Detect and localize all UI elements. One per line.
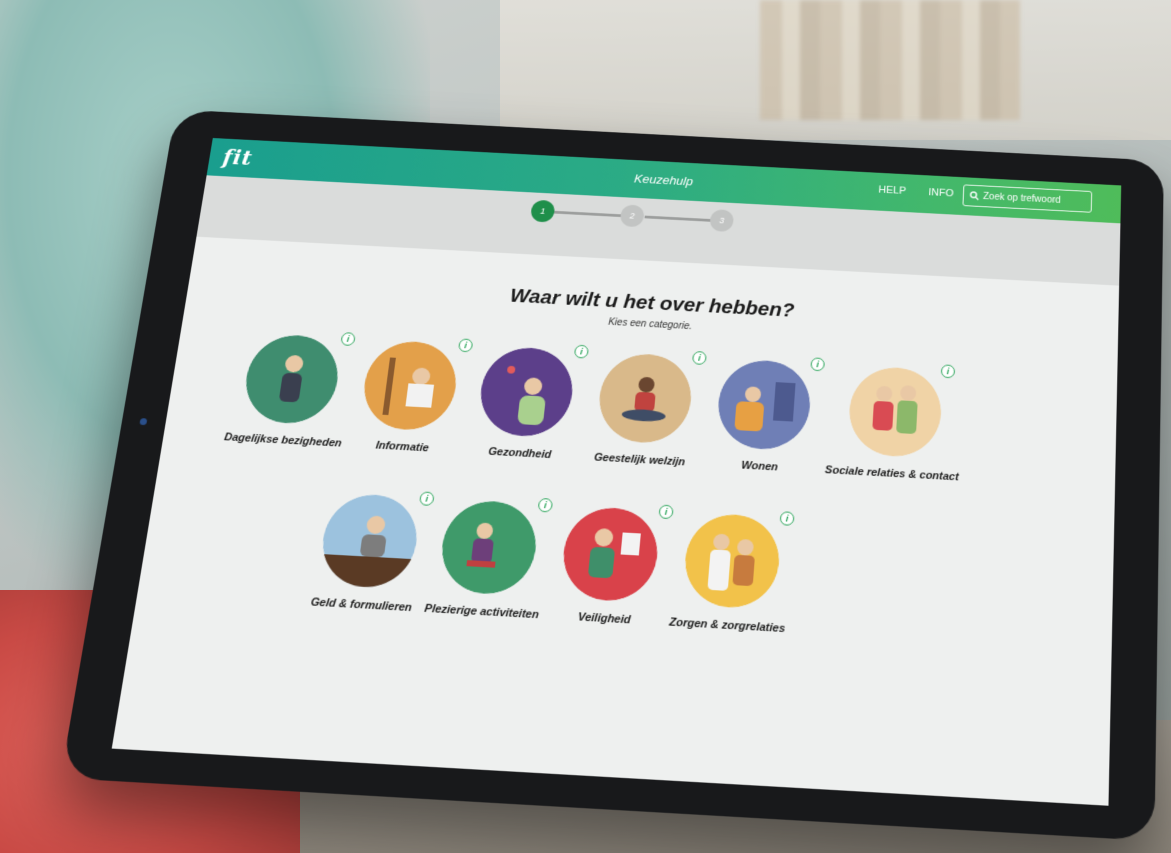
info-link[interactable]: INFO — [928, 187, 954, 199]
main-content: Waar wilt u het over hebben? Kies een ca… — [111, 236, 1120, 806]
step-2[interactable]: 2 — [619, 204, 645, 228]
info-icon[interactable]: i — [658, 504, 674, 520]
category-card[interactable]: i Gezondheid — [459, 344, 590, 463]
search-placeholder: Zoek op trefwoord — [982, 191, 1061, 206]
info-icon[interactable]: i — [940, 364, 956, 379]
step-1[interactable]: 1 — [530, 199, 556, 223]
category-illustration — [239, 333, 344, 426]
category-illustration — [559, 505, 662, 604]
category-illustration — [714, 358, 813, 452]
background-books — [760, 0, 1020, 120]
category-card[interactable]: i Geestelijk welzijn — [579, 350, 708, 469]
category-label: Plezierige activiteiten — [423, 602, 540, 622]
category-label: Geestelijk welzijn — [593, 451, 686, 469]
category-card[interactable]: i Informatie — [342, 338, 475, 457]
category-illustration — [316, 492, 422, 590]
category-card[interactable]: i Veiligheid — [542, 504, 675, 629]
category-label: Gezondheid — [487, 445, 552, 462]
category-illustration — [475, 345, 577, 439]
info-icon[interactable]: i — [573, 344, 589, 359]
help-link[interactable]: HELP — [878, 184, 906, 196]
search-input[interactable]: Zoek op trefwoord — [962, 184, 1093, 213]
info-icon[interactable]: i — [779, 511, 795, 526]
step-3[interactable]: 3 — [709, 209, 735, 233]
category-illustration — [595, 351, 695, 445]
category-card[interactable]: i Sociale relaties & contact — [821, 364, 966, 484]
category-illustration — [681, 512, 783, 610]
category-illustration — [436, 498, 541, 597]
tablet-device: fit Keuzehulp HELP INFO Zoek op trefwoor… — [60, 109, 1164, 842]
category-label: Geld & formulieren — [309, 596, 413, 615]
category-illustration — [846, 365, 944, 459]
category-card[interactable]: i Wonen — [699, 357, 827, 476]
category-label: Zorgen & zorgrelaties — [668, 616, 786, 636]
info-icon[interactable]: i — [691, 350, 707, 365]
tablet-camera — [139, 418, 148, 426]
category-label: Wonen — [740, 459, 779, 474]
stepper-connector — [544, 210, 632, 218]
category-label: Veiligheid — [577, 611, 632, 627]
tablet-screen: fit Keuzehulp HELP INFO Zoek op trefwoor… — [111, 138, 1122, 806]
category-card[interactable]: i Geld & formulieren — [299, 491, 436, 615]
category-label: Informatie — [374, 439, 430, 455]
info-icon[interactable]: i — [810, 357, 825, 372]
info-icon[interactable]: i — [340, 332, 356, 347]
category-label: Sociale relaties & contact — [824, 464, 960, 484]
category-illustration — [358, 339, 461, 433]
category-card[interactable]: i Dagelijkse bezigheden — [222, 332, 357, 450]
category-card[interactable]: i Zorgen & zorgrelaties — [665, 511, 796, 635]
info-icon[interactable]: i — [537, 497, 554, 513]
category-label: Dagelijkse bezigheden — [223, 431, 343, 450]
search-icon — [969, 191, 979, 200]
category-card[interactable]: i Plezierige activiteiten — [420, 497, 555, 622]
